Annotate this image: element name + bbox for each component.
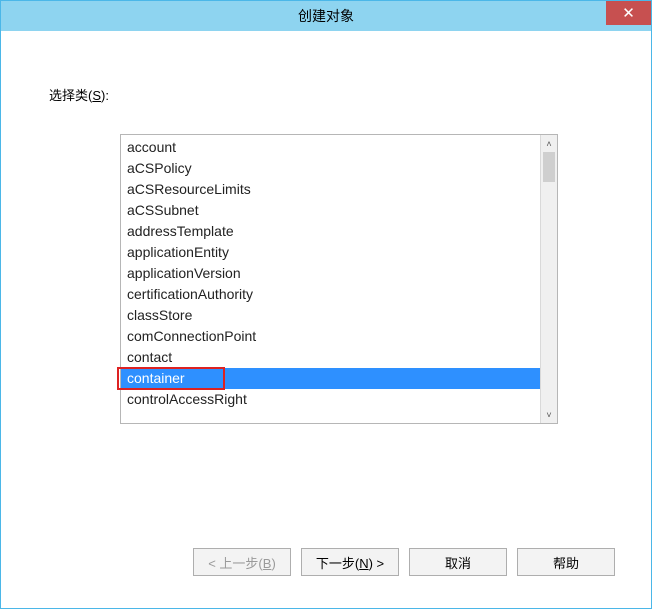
- list-item[interactable]: container: [121, 368, 540, 389]
- list-item[interactable]: controlAccessRight: [121, 389, 540, 410]
- label-mnemonic: S: [92, 88, 101, 103]
- dialog-window: 创建对象 ✕ 选择类(S): accountaCSPolicyaCSResour…: [0, 0, 652, 609]
- scroll-up-button[interactable]: ˄: [541, 135, 557, 152]
- close-icon: ✕: [622, 4, 635, 22]
- window-title: 创建对象: [1, 6, 651, 26]
- title-bar: 创建对象 ✕: [1, 1, 651, 31]
- list-item[interactable]: contact: [121, 347, 540, 368]
- list-inner: accountaCSPolicyaCSResourceLimitsaCSSubn…: [121, 135, 540, 423]
- button-row: < 上一步(B) 下一步(N) > 取消 帮助: [15, 532, 637, 594]
- content-area: 选择类(S): accountaCSPolicyaCSResourceLimit…: [1, 31, 651, 608]
- next-mnemonic: N: [359, 556, 368, 571]
- select-class-label: 选择类(S):: [49, 85, 607, 104]
- list-item[interactable]: classStore: [121, 305, 540, 326]
- scrollbar-vertical[interactable]: ˄ ˅: [540, 135, 557, 423]
- list-item[interactable]: comConnectionPoint: [121, 326, 540, 347]
- list-item[interactable]: applicationEntity: [121, 242, 540, 263]
- scroll-track[interactable]: [541, 152, 557, 406]
- cancel-button[interactable]: 取消: [409, 548, 507, 576]
- next-pre: 下一步(: [316, 556, 359, 571]
- close-button[interactable]: ✕: [606, 1, 651, 25]
- scroll-down-button[interactable]: ˅: [541, 406, 557, 423]
- list-item[interactable]: aCSSubnet: [121, 200, 540, 221]
- list-item[interactable]: account: [121, 137, 540, 158]
- list-item[interactable]: certificationAuthority: [121, 284, 540, 305]
- class-listbox[interactable]: accountaCSPolicyaCSResourceLimitsaCSSubn…: [120, 134, 558, 424]
- back-button[interactable]: < 上一步(B): [193, 548, 291, 576]
- chevron-up-icon: ˄: [546, 139, 551, 149]
- label-suffix: ):: [101, 88, 109, 103]
- help-button[interactable]: 帮助: [517, 548, 615, 576]
- label-prefix: 选择类(: [49, 88, 92, 103]
- scroll-thumb[interactable]: [543, 152, 555, 182]
- chevron-down-icon: ˅: [546, 410, 551, 420]
- inner-area: 选择类(S): accountaCSPolicyaCSResourceLimit…: [15, 45, 637, 532]
- back-pre: < 上一步(: [208, 556, 263, 571]
- back-post: ): [271, 556, 275, 571]
- list-item[interactable]: aCSPolicy: [121, 158, 540, 179]
- list-item[interactable]: addressTemplate: [121, 221, 540, 242]
- list-item[interactable]: aCSResourceLimits: [121, 179, 540, 200]
- next-button[interactable]: 下一步(N) >: [301, 548, 399, 576]
- list-item[interactable]: applicationVersion: [121, 263, 540, 284]
- next-post: ) >: [369, 556, 385, 571]
